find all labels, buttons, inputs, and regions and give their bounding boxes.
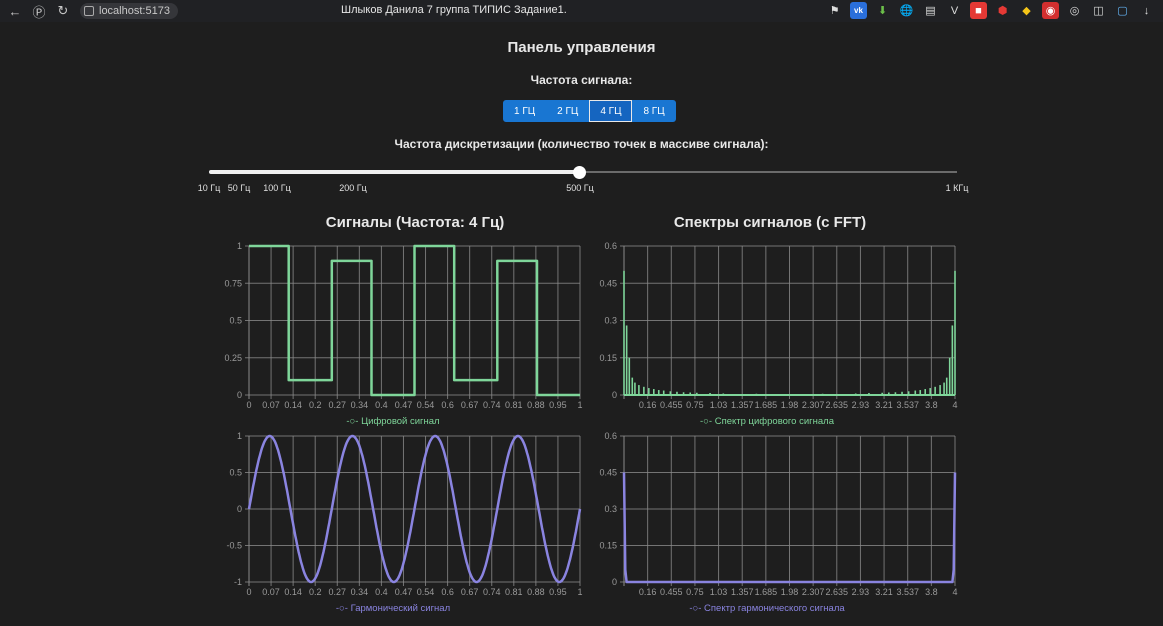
x-tick-label: 0.95: [549, 587, 567, 597]
x-tick-label: 0: [246, 587, 251, 597]
legend-harmonic-signal[interactable]: -○- Гармонический сигнал: [336, 603, 450, 614]
x-tick-label: 0.47: [395, 587, 413, 597]
x-tick-label: 0.95: [549, 400, 567, 410]
x-tick-label: 3.537: [896, 587, 919, 597]
y-tick-label: 0: [237, 504, 242, 514]
x-tick-label: 0.14: [284, 587, 302, 597]
y-tick-label: -0.5: [226, 541, 242, 551]
x-tick-label: 0.54: [417, 587, 435, 597]
x-tick-label: 1.03: [710, 587, 728, 597]
x-tick-label: 0.88: [527, 587, 545, 597]
x-tick-label: 1.357: [731, 400, 754, 410]
x-tick-label: 2.635: [826, 587, 849, 597]
x-tick-label: 1.98: [781, 587, 799, 597]
y-tick-label: 1: [237, 431, 242, 441]
x-tick-label: 0.16: [639, 400, 657, 410]
legend-label: Гармонический сигнал: [350, 603, 451, 614]
y-tick-label: 0: [237, 390, 242, 400]
y-tick-label: 0: [612, 577, 617, 587]
x-tick-label: 0.74: [483, 400, 501, 410]
x-tick-label: 1.98: [781, 400, 799, 410]
x-tick-label: 0.6: [441, 587, 454, 597]
x-tick-label: 3.8: [925, 587, 938, 597]
legend-digital-spectrum[interactable]: -○- Спектр цифрового сигнала: [700, 416, 834, 427]
y-tick-label: 0.3: [604, 504, 617, 514]
digital-signal-chart: 0 0.07 0.14 0.2 0.27 0.34 0.4 0.47 0.54 0.6 0.67 0.…: [224, 241, 957, 597]
x-tick-label: 1.685: [755, 587, 778, 597]
x-tick-label: 0.455: [660, 587, 683, 597]
x-tick-label: 4: [952, 587, 957, 597]
x-tick-label: 0.34: [351, 587, 369, 597]
x-tick-label: 0.27: [329, 400, 347, 410]
x-tick-label: 0.47: [395, 400, 413, 410]
x-tick-label: 3.21: [875, 587, 893, 597]
y-tick-label: 0.5: [229, 468, 242, 478]
x-tick-label: 0.455: [660, 400, 683, 410]
x-tick-label: 0.81: [505, 587, 523, 597]
legend-marker-icon: -○-: [700, 416, 713, 427]
y-tick-label: 0.5: [229, 316, 242, 326]
y-tick-label: 0.3: [604, 316, 617, 326]
x-tick-label: 0.67: [461, 587, 479, 597]
x-tick-label: 4: [952, 400, 957, 410]
legend-marker-icon: -○-: [346, 416, 359, 427]
x-tick-label: 3.8: [925, 400, 938, 410]
x-tick-label: 1: [577, 587, 582, 597]
x-tick-label: 2.93: [852, 587, 870, 597]
x-tick-label: 0.14: [284, 400, 302, 410]
x-tick-label: 1.03: [710, 400, 728, 410]
x-tick-label: 1.357: [731, 587, 754, 597]
x-tick-label: 0.75: [686, 400, 704, 410]
x-tick-label: 0: [246, 400, 251, 410]
y-tick-label: 0.15: [599, 541, 617, 551]
x-tick-label: 3.21: [875, 400, 893, 410]
x-tick-label: 3.537: [896, 400, 919, 410]
x-tick-label: 0.07: [262, 400, 280, 410]
y-tick-label: 0.15: [599, 353, 617, 363]
x-tick-label: 0.54: [417, 400, 435, 410]
legend-label: Спектр цифрового сигнала: [714, 416, 834, 427]
x-tick-label: 0.75: [686, 587, 704, 597]
x-tick-label: 0.34: [351, 400, 369, 410]
x-tick-label: 0.2: [309, 587, 322, 597]
y-tick-label: -1: [234, 577, 242, 587]
x-tick-label: 0.81: [505, 400, 523, 410]
x-tick-label: 0.2: [309, 400, 322, 410]
y-tick-label: 0.6: [604, 241, 617, 251]
legend-label: Цифровой сигнал: [361, 416, 440, 427]
legend-harmonic-spectrum[interactable]: -○- Спектр гармонического сигнала: [689, 603, 844, 614]
x-tick-label: 0.4: [375, 400, 388, 410]
x-tick-label: 2.93: [852, 400, 870, 410]
y-tick-label: 0.25: [224, 353, 242, 363]
y-tick-label: 0: [612, 390, 617, 400]
x-tick-label: 1: [577, 400, 582, 410]
y-tick-label: 0.6: [604, 431, 617, 441]
x-tick-label: 2.307: [802, 587, 825, 597]
x-tick-label: 0.4: [375, 587, 388, 597]
legend-digital-signal[interactable]: -○- Цифровой сигнал: [346, 416, 439, 427]
x-tick-label: 0.67: [461, 400, 479, 410]
y-tick-label: 0.45: [599, 468, 617, 478]
x-tick-label: 0.27: [329, 587, 347, 597]
legend-label: Спектр гармонического сигнала: [704, 603, 845, 614]
y-tick-label: 0.75: [224, 278, 242, 288]
x-tick-label: 0.07: [262, 587, 280, 597]
y-tick-label: 0.45: [599, 278, 617, 288]
x-tick-label: 0.6: [441, 400, 454, 410]
x-tick-label: 0.88: [527, 400, 545, 410]
y-tick-label: 1: [237, 241, 242, 251]
x-tick-label: 0.16: [639, 587, 657, 597]
x-tick-label: 0.74: [483, 587, 501, 597]
x-tick-label: 2.307: [802, 400, 825, 410]
legend-marker-icon: -○-: [689, 603, 702, 614]
x-tick-label: 1.685: [755, 400, 778, 410]
x-tick-label: 2.635: [826, 400, 849, 410]
legend-marker-icon: -○-: [335, 603, 348, 614]
